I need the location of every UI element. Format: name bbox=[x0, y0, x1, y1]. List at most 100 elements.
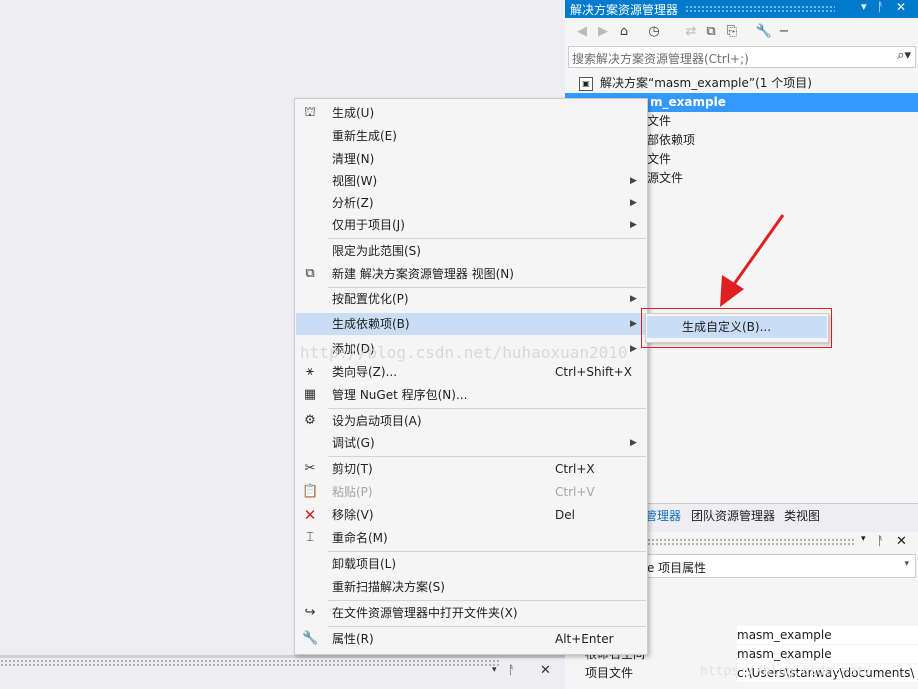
menu-item-shortcut: Del bbox=[555, 508, 575, 522]
menu-item-label: 剪切(T) bbox=[332, 462, 373, 476]
menu-item-view[interactable]: 视图(W) ▶ bbox=[296, 170, 646, 192]
menu-item-new-explorer-view[interactable]: ⧉ 新建 解决方案资源管理器 视图(N) bbox=[296, 263, 646, 285]
menu-item-paste: 📋 粘贴(P) Ctrl+V bbox=[296, 481, 646, 503]
tab-solution-explorer[interactable]: 管理器 bbox=[645, 507, 681, 524]
gear-icon: ⚙ bbox=[304, 413, 316, 428]
menu-separator bbox=[328, 456, 646, 457]
chevron-down-icon[interactable]: ▾ bbox=[904, 559, 909, 569]
menu-item-label: 卸载项目(L) bbox=[332, 557, 397, 571]
remove-x-icon: ✕ bbox=[303, 506, 317, 524]
menu-item-rename[interactable]: ⌶ 重命名(M) bbox=[296, 527, 646, 549]
property-value: masm_example bbox=[737, 645, 918, 663]
solution-explorer-title: 解决方案资源管理器 bbox=[570, 3, 679, 17]
solution-explorer-title-bar: 解决方案资源管理器 ▾ ᚨ ✕ bbox=[565, 0, 918, 18]
tree-item-solution[interactable]: ▣ 解决方案“masm_example”(1 个项目) bbox=[565, 74, 918, 93]
back-icon[interactable]: ◀ bbox=[573, 23, 591, 41]
build-dependencies-submenu: 生成自定义(B)... bbox=[645, 313, 829, 343]
build-icon: ⛫ bbox=[304, 105, 316, 120]
menu-separator bbox=[328, 600, 646, 601]
menu-item-label: 视图(W) bbox=[332, 174, 378, 188]
menu-item-build[interactable]: ⛫ 生成(U) bbox=[296, 102, 646, 124]
menu-item-label: 分析(Z) bbox=[332, 196, 374, 210]
close-icon[interactable]: ✕ bbox=[540, 663, 551, 678]
search-icon[interactable]: ⌕▾ bbox=[897, 48, 911, 63]
paste-icon: 📋 bbox=[302, 484, 319, 499]
tree-item-label: 解决方案“masm_example”(1 个项目) bbox=[600, 76, 812, 90]
menu-item-class-wizard[interactable]: ⚹ 类向导(Z)... Ctrl+Shift+X bbox=[296, 361, 646, 383]
splitter[interactable] bbox=[0, 655, 565, 658]
menu-item-analyze[interactable]: 分析(Z) ▶ bbox=[296, 192, 646, 214]
menu-item-label: 设为启动项目(A) bbox=[332, 414, 422, 428]
window-position-dropdown-icon[interactable]: ▾ bbox=[861, 534, 866, 544]
show-all-files-icon[interactable]: ⎘ bbox=[723, 23, 741, 41]
submenu-arrow-icon: ▶ bbox=[630, 198, 637, 208]
menu-item-project-only[interactable]: 仅用于项目(J) ▶ bbox=[296, 214, 646, 236]
menu-item-label: 生成(U) bbox=[332, 106, 375, 120]
solution-explorer-toolbar: ◀ ▶ ⌂ ◷ ⇄ ⧉ ⎘ 🔧 − bbox=[565, 20, 918, 44]
window-position-dropdown-icon[interactable]: ▾ bbox=[861, 0, 867, 13]
menu-item-label: 粘贴(P) bbox=[332, 485, 373, 499]
menu-item-label: 重新扫描解决方案(S) bbox=[332, 580, 445, 594]
forward-icon[interactable]: ▶ bbox=[594, 23, 612, 41]
menu-item-unload-project[interactable]: 卸载项目(L) bbox=[296, 553, 646, 575]
menu-item-build-customizations[interactable]: 生成自定义(B)... bbox=[647, 316, 827, 338]
menu-item-label: 按配置优化(P) bbox=[332, 292, 409, 306]
home-icon[interactable]: ⌂ bbox=[615, 23, 633, 41]
solution-explorer-search[interactable]: 搜索解决方案资源管理器(Ctrl+;) ⌕▾ bbox=[568, 46, 916, 68]
rename-icon: ⌶ bbox=[306, 530, 314, 545]
collapse-all-icon[interactable]: ⧉ bbox=[702, 23, 720, 41]
menu-item-label: 在文件资源管理器中打开文件夹(X) bbox=[332, 606, 518, 620]
submenu-arrow-icon: ▶ bbox=[630, 294, 637, 304]
menu-item-debug[interactable]: 调试(G) ▶ bbox=[296, 432, 646, 454]
menu-item-clean[interactable]: 清理(N) bbox=[296, 148, 646, 170]
menu-item-build-dependencies[interactable]: 生成依赖项(B) ▶ bbox=[296, 313, 646, 335]
pin-icon[interactable]: ᚨ bbox=[877, 534, 884, 548]
watermark: https://blog.csdn.net/... bbox=[700, 664, 896, 679]
menu-item-shortcut: Ctrl+Shift+X bbox=[555, 365, 632, 379]
pin-icon[interactable]: ᚨ bbox=[508, 663, 515, 677]
menu-item-shortcut: Ctrl+V bbox=[555, 485, 595, 499]
menu-item-label: 管理 NuGet 程序包(N)... bbox=[332, 388, 468, 402]
menu-item-manage-nuget[interactable]: ▦ 管理 NuGet 程序包(N)... bbox=[296, 384, 646, 406]
menu-item-cut[interactable]: ✂ 剪切(T) Ctrl+X bbox=[296, 458, 646, 480]
submenu-arrow-icon: ▶ bbox=[630, 176, 637, 186]
close-icon[interactable]: ✕ bbox=[896, 534, 907, 549]
menu-item-profile-guided[interactable]: 按配置优化(P) ▶ bbox=[296, 288, 646, 310]
menu-item-scope-to-this[interactable]: 限定为此范围(S) bbox=[296, 240, 646, 262]
sync-icon[interactable]: ⇄ bbox=[682, 23, 700, 41]
menu-separator bbox=[328, 551, 646, 552]
tab-team-explorer[interactable]: 团队资源管理器 bbox=[691, 507, 775, 524]
menu-separator bbox=[328, 408, 646, 409]
menu-item-rescan-solution[interactable]: 重新扫描解决方案(S) bbox=[296, 576, 646, 598]
project-context-menu: ⛫ 生成(U) 重新生成(E) 清理(N) 视图(W) ▶ 分析(Z) ▶ 仅用… bbox=[294, 98, 648, 655]
watermark: http://blog.csdn.net/huhaoxuan2010 bbox=[300, 343, 628, 362]
menu-item-properties[interactable]: 🔧 属性(R) Alt+Enter bbox=[296, 628, 646, 650]
menu-item-label: 移除(V) bbox=[332, 508, 374, 522]
menu-item-label: 新建 解决方案资源管理器 视图(N) bbox=[332, 267, 514, 281]
new-view-icon: ⧉ bbox=[305, 266, 315, 281]
annotation-arrow-icon bbox=[720, 214, 785, 307]
history-icon[interactable]: ◷ bbox=[645, 23, 663, 41]
menu-item-shortcut: Alt+Enter bbox=[555, 632, 614, 646]
menu-item-rebuild[interactable]: 重新生成(E) bbox=[296, 125, 646, 147]
menu-item-label: 属性(R) bbox=[332, 632, 374, 646]
properties-wrench-icon[interactable]: 🔧 bbox=[755, 23, 773, 41]
menu-separator bbox=[328, 238, 646, 239]
tab-class-view[interactable]: 类视图 bbox=[784, 507, 820, 524]
pin-icon[interactable]: ᚨ bbox=[877, 0, 884, 14]
window-position-dropdown-icon[interactable]: ▾ bbox=[492, 665, 497, 675]
tree-item-label: 部依赖项 bbox=[647, 133, 696, 147]
preview-icon[interactable]: − bbox=[775, 23, 793, 41]
menu-item-open-in-explorer[interactable]: ↪ 在文件资源管理器中打开文件夹(X) bbox=[296, 602, 646, 624]
menu-item-label: 重新生成(E) bbox=[332, 129, 397, 143]
menu-item-label: 生成自定义(B)... bbox=[682, 320, 772, 334]
menu-item-label: 限定为此范围(S) bbox=[332, 244, 421, 258]
solution-icon: ▣ bbox=[579, 77, 593, 91]
menu-item-set-startup[interactable]: ⚙ 设为启动项目(A) bbox=[296, 410, 646, 432]
title-grip bbox=[0, 659, 500, 667]
search-placeholder: 搜索解决方案资源管理器(Ctrl+;) bbox=[572, 52, 749, 66]
menu-item-remove[interactable]: ✕ 移除(V) Del bbox=[296, 504, 646, 526]
tree-item-label: 文件 bbox=[647, 152, 672, 166]
close-icon[interactable]: ✕ bbox=[896, 0, 906, 14]
submenu-arrow-icon: ▶ bbox=[630, 220, 637, 230]
